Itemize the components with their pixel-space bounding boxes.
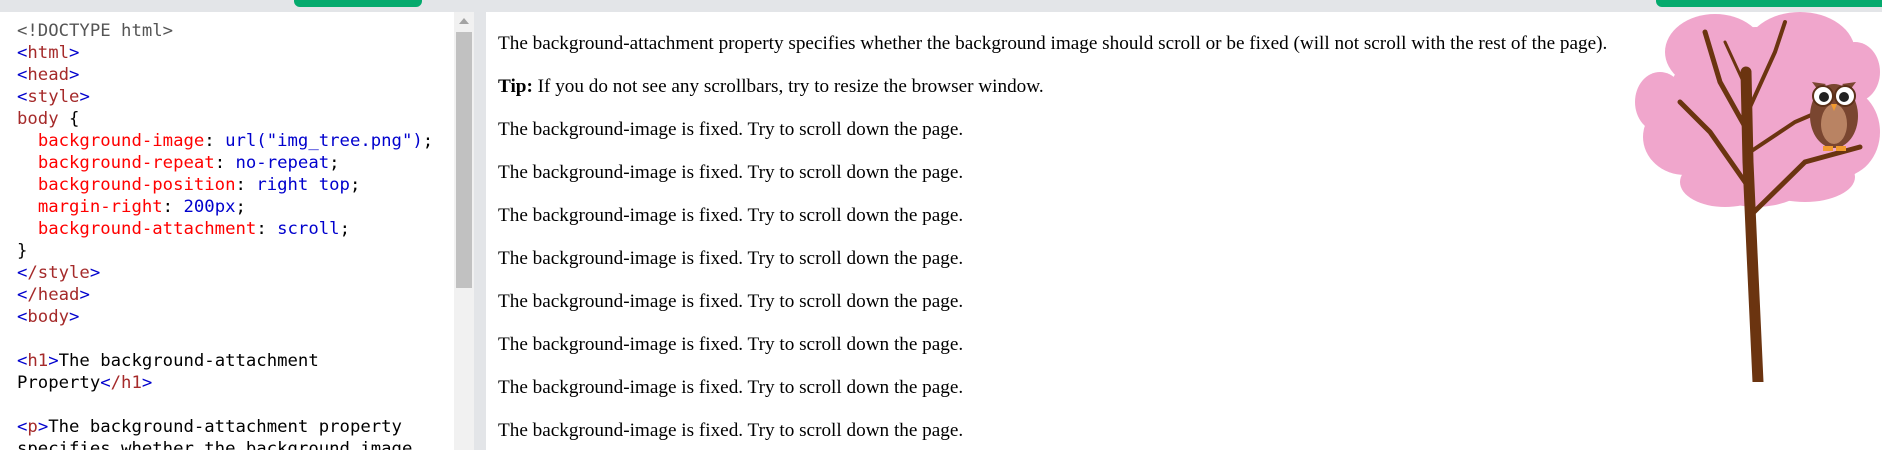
fixed-line: The background-image is fixed. Try to sc… <box>498 205 964 226</box>
pane-divider[interactable] <box>474 12 486 450</box>
code-editor[interactable]: <!DOCTYPE html> <html> <head> <style> bo… <box>0 12 454 450</box>
code-val: right top <box>256 175 350 195</box>
code-prop: background-position <box>37 175 236 195</box>
code-brace-close: } <box>17 241 28 261</box>
tip-text: If you do not see any scrollbars, try to… <box>532 76 1044 97</box>
fixed-line: The background-image is fixed. Try to sc… <box>498 248 964 269</box>
scrollbar-thumb[interactable] <box>456 32 472 288</box>
fixed-line: The background-image is fixed. Try to sc… <box>498 291 964 312</box>
fixed-line: The background-image is fixed. Try to sc… <box>498 420 964 441</box>
code-p-text-2: specifies whether the background image <box>17 439 413 450</box>
fixed-line: The background-image is fixed. Try to sc… <box>498 162 964 183</box>
fixed-line: The background-image is fixed. Try to sc… <box>498 334 964 355</box>
code-prop: margin-right <box>37 197 163 217</box>
code-tag-style: style <box>27 87 80 107</box>
result-pane: The background-attachment property speci… <box>486 12 1882 450</box>
code-tag-head: head <box>27 65 70 85</box>
code-tag-head-close: /head <box>27 285 80 305</box>
code-prop: background-attachment <box>37 219 257 239</box>
tree-owl-icon <box>1635 12 1880 382</box>
scroll-up-arrow-icon[interactable] <box>459 18 469 24</box>
code-tag-body: body <box>27 307 70 327</box>
code-val: no-repeat <box>235 153 330 173</box>
tip-label: Tip: <box>498 76 533 97</box>
code-val: scroll <box>277 219 340 239</box>
fixed-line: The background-image is fixed. Try to sc… <box>498 377 964 398</box>
code-tag-style-close: /style <box>27 263 90 283</box>
code-tag-html: html <box>27 43 70 63</box>
code-tag-h1-close: /h1 <box>110 373 142 393</box>
code-tag-p: p <box>27 417 38 437</box>
tip-paragraph: Tip: If you do not see any scrollbars, t… <box>498 75 1610 98</box>
run-button-tab[interactable] <box>294 0 422 7</box>
code-h1-text: The background-attachment <box>58 351 319 371</box>
code-val: url("img_tree.png") <box>225 131 423 151</box>
intro-paragraph: The background-attachment property speci… <box>498 33 1608 54</box>
code-p-text: The background-attachment property <box>48 417 402 437</box>
top-toolbar-strip <box>0 0 1882 10</box>
code-h1-text-2: Property <box>17 373 101 393</box>
code-val: 200px <box>183 197 236 217</box>
code-content[interactable]: <!DOCTYPE html> <html> <head> <style> bo… <box>17 20 433 450</box>
code-prop: background-image <box>37 131 205 151</box>
editor-scrollbar[interactable] <box>454 12 474 450</box>
code-doctype: <!DOCTYPE html> <box>17 21 174 41</box>
code-brace-open: { <box>69 109 80 129</box>
header-green-tab[interactable] <box>1656 0 1882 7</box>
code-selector-body: body <box>17 109 59 129</box>
code-prop: background-repeat <box>37 153 215 173</box>
fixed-line: The background-image is fixed. Try to sc… <box>498 119 964 140</box>
code-tag-h1: h1 <box>27 351 49 371</box>
result-body: The background-attachment property speci… <box>498 32 1610 450</box>
